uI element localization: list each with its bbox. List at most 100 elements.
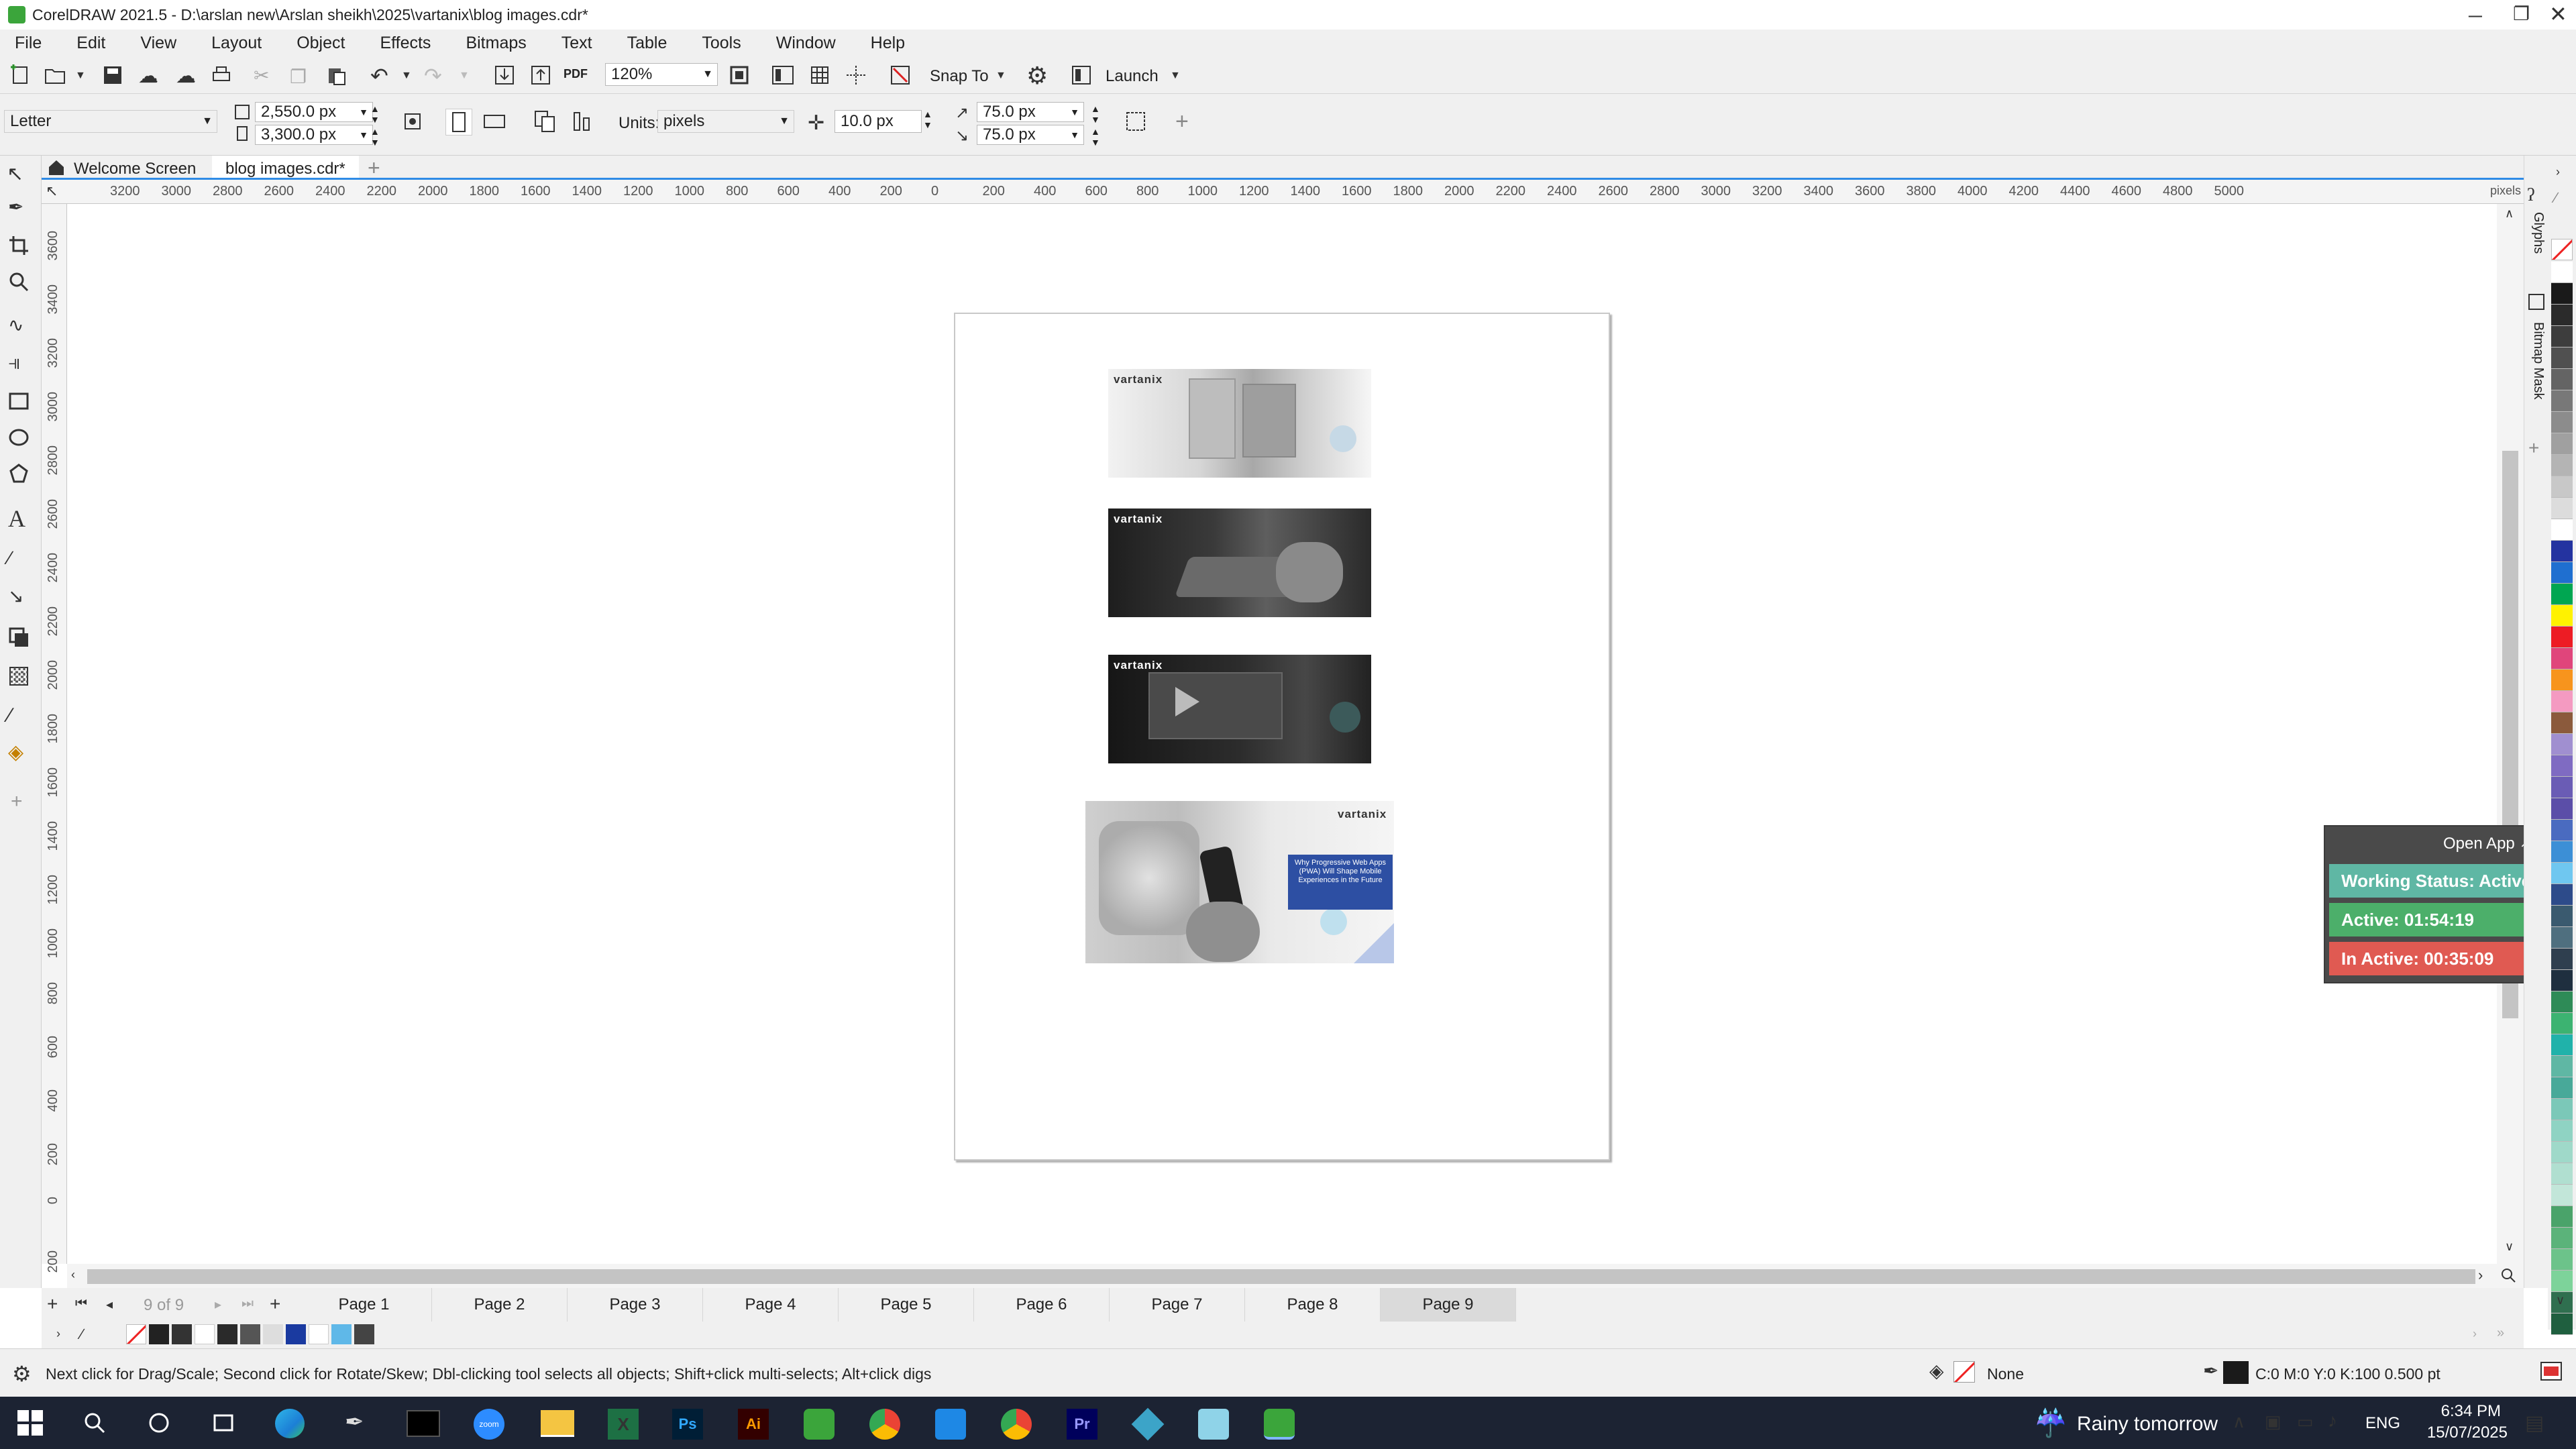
chevron-down-icon[interactable]: ▼ [359,129,368,140]
dup-y-spinner[interactable]: ▲ ▼ [1091,126,1100,148]
page-tab-2[interactable]: Page 2 [432,1288,568,1322]
palette-swatch[interactable] [2551,712,2573,734]
cut-icon[interactable]: ✂ [254,64,269,87]
terminal-icon[interactable] [407,1410,440,1437]
palette-swatch[interactable] [2551,669,2573,691]
palette-swatch[interactable] [2551,841,2573,863]
palette-swatch[interactable] [2551,648,2573,669]
palette-swatch[interactable] [2551,1077,2573,1099]
launch-icon[interactable] [1071,64,1092,86]
page-tab-6[interactable]: Page 6 [974,1288,1110,1322]
nudge-spinner[interactable]: ▲ ▼ [923,109,932,130]
docpal-swatch-black[interactable] [149,1324,169,1344]
chevron-down-icon[interactable]: ▼ [996,70,1006,82]
palette-swatch[interactable] [2551,412,2573,433]
new-document-icon[interactable] [9,64,31,86]
docpal-swatch-gray[interactable] [240,1324,260,1344]
palette-swatch[interactable] [2551,519,2573,541]
outline-pen-icon[interactable]: ✒ [2203,1360,2218,1382]
chevron-up-icon[interactable]: ∧ [2233,1411,2245,1432]
menu-effects[interactable]: Effects [380,34,431,53]
all-pages-icon[interactable] [534,110,557,133]
duplicate-y-field[interactable]: 75.0 px ▼ [977,125,1084,145]
palette-swatch[interactable] [2551,605,2573,627]
docpal-swatch-navy[interactable] [286,1324,306,1344]
scroll-down-icon[interactable]: ∨ [2505,1240,2514,1254]
palette-swatch[interactable] [2551,991,2573,1013]
artistic-media-icon[interactable]: ⫣ [8,352,20,374]
menu-layout[interactable]: Layout [211,34,262,53]
blog-image-2[interactable]: vartanix [1108,508,1371,617]
dup-x-spinner[interactable]: ▲ ▼ [1091,103,1100,125]
blog-image-3[interactable]: vartanix [1108,655,1371,763]
import-icon[interactable] [494,64,515,86]
palette-swatch[interactable] [2551,1206,2573,1228]
add-tool-icon[interactable]: + [11,790,23,813]
palette-swatch[interactable] [2551,1013,2573,1034]
palette-swatch[interactable] [2551,283,2573,305]
restore-icon[interactable]: ❐ [2513,3,2530,25]
palette-swatch[interactable] [2551,498,2573,519]
palette-swatch[interactable] [2551,970,2573,991]
pick-tool-icon[interactable]: ↖ [7,162,23,186]
docpal-swatch-none[interactable] [126,1324,146,1344]
palette-swatch[interactable] [2551,584,2573,605]
palette-swatch[interactable] [2551,1120,2573,1142]
wifi-icon[interactable]: ▭ [2297,1411,2314,1432]
drop-shadow-icon[interactable] [8,627,30,648]
open-icon[interactable] [44,64,67,86]
palette-swatch[interactable] [2551,820,2573,841]
chevron-down-icon[interactable]: ▼ [1070,107,1079,117]
docpal-swatch-dark[interactable] [172,1324,192,1344]
options-gear-icon[interactable]: ⚙ [1026,62,1048,90]
windows-start-icon[interactable] [17,1410,43,1436]
duplicate-x-field[interactable]: 75.0 px ▼ [977,102,1084,122]
premiere-icon[interactable]: Pr [1067,1409,1097,1440]
full-screen-icon[interactable] [771,64,794,86]
palette-swatch[interactable] [2551,326,2573,347]
no-color-swatch[interactable] [2551,239,2573,260]
palette-swatch[interactable] [2551,1185,2573,1206]
blog-image-1[interactable]: vartanix [1108,369,1371,478]
palette-swatch[interactable] [2551,627,2573,648]
page-settings-icon[interactable] [401,110,424,133]
chevron-down-icon[interactable]: ▼ [401,70,412,82]
ellipse-tool-icon[interactable] [8,427,30,448]
palette-swatch[interactable] [2551,798,2573,820]
launch-button[interactable]: Launch [1106,67,1159,86]
save-icon[interactable] [102,64,123,86]
tab-blog-images[interactable]: blog images.cdr* [212,156,359,178]
cloud-export-icon[interactable]: ☁ [176,64,196,88]
paste-icon[interactable] [326,64,347,86]
blog-image-4[interactable]: vartanix Why Progressive Web Apps (PWA) … [1085,801,1394,963]
chevron-down-icon[interactable]: ▼ [1170,70,1181,82]
clock-date[interactable]: 15/07/2025 [2414,1424,2508,1442]
network-icon[interactable]: ▣ [2265,1411,2282,1432]
palette-swatch[interactable] [2551,1056,2573,1077]
tab-welcome-screen[interactable]: Welcome Screen [74,160,196,178]
palette-swatch[interactable] [2551,1142,2573,1163]
vscode-icon[interactable] [935,1409,966,1440]
docpal-more-icon[interactable]: » [2497,1326,2504,1341]
shape-tool-icon[interactable]: ✒ [8,196,23,218]
docpal-swatch-slate[interactable] [354,1324,374,1344]
chevron-down-icon[interactable]: ▼ [779,115,790,127]
coreldraw-icon[interactable] [804,1409,835,1440]
home-icon[interactable] [47,158,66,176]
palette-swatch[interactable] [2551,1099,2573,1120]
palette-swatch[interactable] [2551,691,2573,712]
rectangle-tool-icon[interactable] [8,390,30,412]
weather-text[interactable]: Rainy tomorrow [2077,1413,2218,1436]
menu-text[interactable]: Text [561,34,592,53]
chevron-down-icon[interactable]: ▼ [459,70,470,82]
scroll-up-icon[interactable]: ∧ [2505,207,2514,221]
nudge-distance-field[interactable]: 10.0 px [835,110,922,133]
docpal-swatch-skyblue[interactable] [331,1324,352,1344]
palette-swatch[interactable] [2551,262,2573,283]
palette-swatch[interactable] [2551,777,2573,798]
transparency-icon[interactable] [8,665,30,687]
next-page-icon[interactable]: ▸ [215,1296,221,1313]
docker-tab-bitmap-mask[interactable]: Bitmap Mask [2527,322,2546,416]
palette-swatch[interactable] [2551,1228,2573,1249]
zoom-field[interactable]: 120% ▼ [605,63,718,86]
